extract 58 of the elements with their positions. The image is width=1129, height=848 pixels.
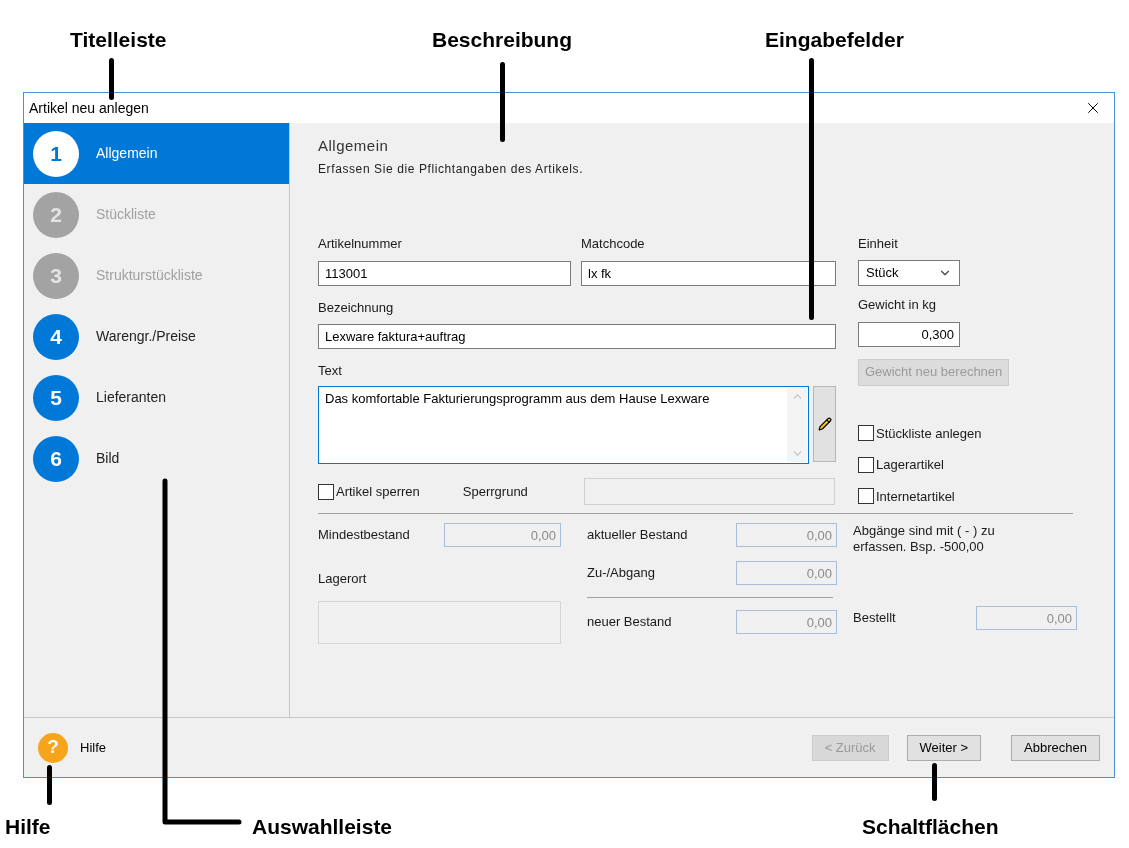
annotation-label: Auswahlleiste: [252, 814, 393, 840]
checkbox-label: Internetartikel: [876, 487, 955, 506]
checkbox-label: Artikel sperren: [336, 483, 420, 502]
unit-dropdown[interactable]: Stück: [858, 260, 960, 286]
annotation-label: Titelleiste: [70, 27, 167, 53]
sidebar-step[interactable]: 6 Bild: [24, 428, 289, 489]
page-heading: Allgemein: [318, 136, 390, 156]
checkbox[interactable]: [858, 425, 874, 442]
page-description: Erfassen Sie die Pflichtangaben des Artikels.: [318, 160, 585, 178]
annotation-label: Hilfe: [5, 814, 51, 840]
footer-button[interactable]: Abbrechen: [1011, 734, 1100, 761]
field-label: Artikelnummer: [318, 234, 403, 253]
checkbox-label: Stückliste anlegen: [876, 424, 982, 443]
field-label: aktueller Bestand: [587, 526, 688, 545]
step-label: Lieferanten: [96, 388, 167, 407]
field-label: Mindestbestand: [318, 526, 410, 545]
footer-button[interactable]: Weiter >: [906, 734, 982, 761]
step-label: Stückliste: [96, 205, 156, 224]
step-number: 6: [33, 435, 79, 482]
step-number: 4: [33, 313, 79, 360]
annotation-label: Eingabefelder: [765, 27, 904, 53]
step-number: 1: [33, 130, 79, 177]
storage-location-field[interactable]: [318, 600, 561, 644]
field-label: Gewicht in kg: [858, 296, 937, 314]
field-label: Sperrgrund: [462, 483, 528, 502]
step-number: 5: [33, 374, 79, 421]
checkbox[interactable]: [318, 483, 334, 500]
annotation-label: Schaltflächen: [862, 814, 999, 840]
step-label: Strukturstückliste: [96, 266, 203, 285]
step-label: Warengr./Preise: [96, 327, 196, 346]
field-label: neuer Bestand: [587, 613, 672, 632]
field-label: Zu-/Abgang: [587, 564, 655, 583]
matchcode-field[interactable]: lx fk: [581, 261, 836, 287]
checkbox-label: Lagerartikel: [876, 456, 944, 474]
window-title: Artikel neu anlegen: [29, 98, 149, 118]
sidebar-step[interactable]: 5 Lieferanten: [24, 367, 289, 428]
checkbox[interactable]: [858, 488, 874, 505]
help-link[interactable]: Hilfe: [80, 737, 106, 758]
step-number: 2: [33, 191, 79, 238]
sidebar-step[interactable]: 1 Allgemein: [24, 123, 289, 184]
sidebar-step[interactable]: 4 Warengr./Preise: [24, 306, 289, 367]
field-label: Lagerort: [318, 570, 368, 588]
edit-text-button[interactable]: [813, 386, 836, 463]
step-label: Allgemein: [96, 144, 158, 163]
step-number: 3: [33, 252, 79, 299]
field-label: Bestellt: [853, 609, 896, 628]
description-field[interactable]: Lexware faktura+auftrag: [318, 324, 836, 350]
checkbox[interactable]: [858, 456, 874, 473]
field-label: Einheit: [858, 234, 898, 253]
step-label: Bild: [96, 449, 120, 468]
weight-field[interactable]: 0,300: [858, 321, 960, 347]
field-label: Text: [318, 361, 343, 380]
hint-text: Abgänge sind mit ( - ) zu erfassen. Bsp. -500,00: [853, 523, 996, 555]
annotation-label: Beschreibung: [432, 27, 573, 53]
field-label: Matchcode: [581, 234, 646, 253]
pencil-icon: [817, 417, 832, 432]
article-number-field[interactable]: 113001: [318, 261, 571, 287]
field-label: Bezeichnung: [318, 298, 395, 317]
